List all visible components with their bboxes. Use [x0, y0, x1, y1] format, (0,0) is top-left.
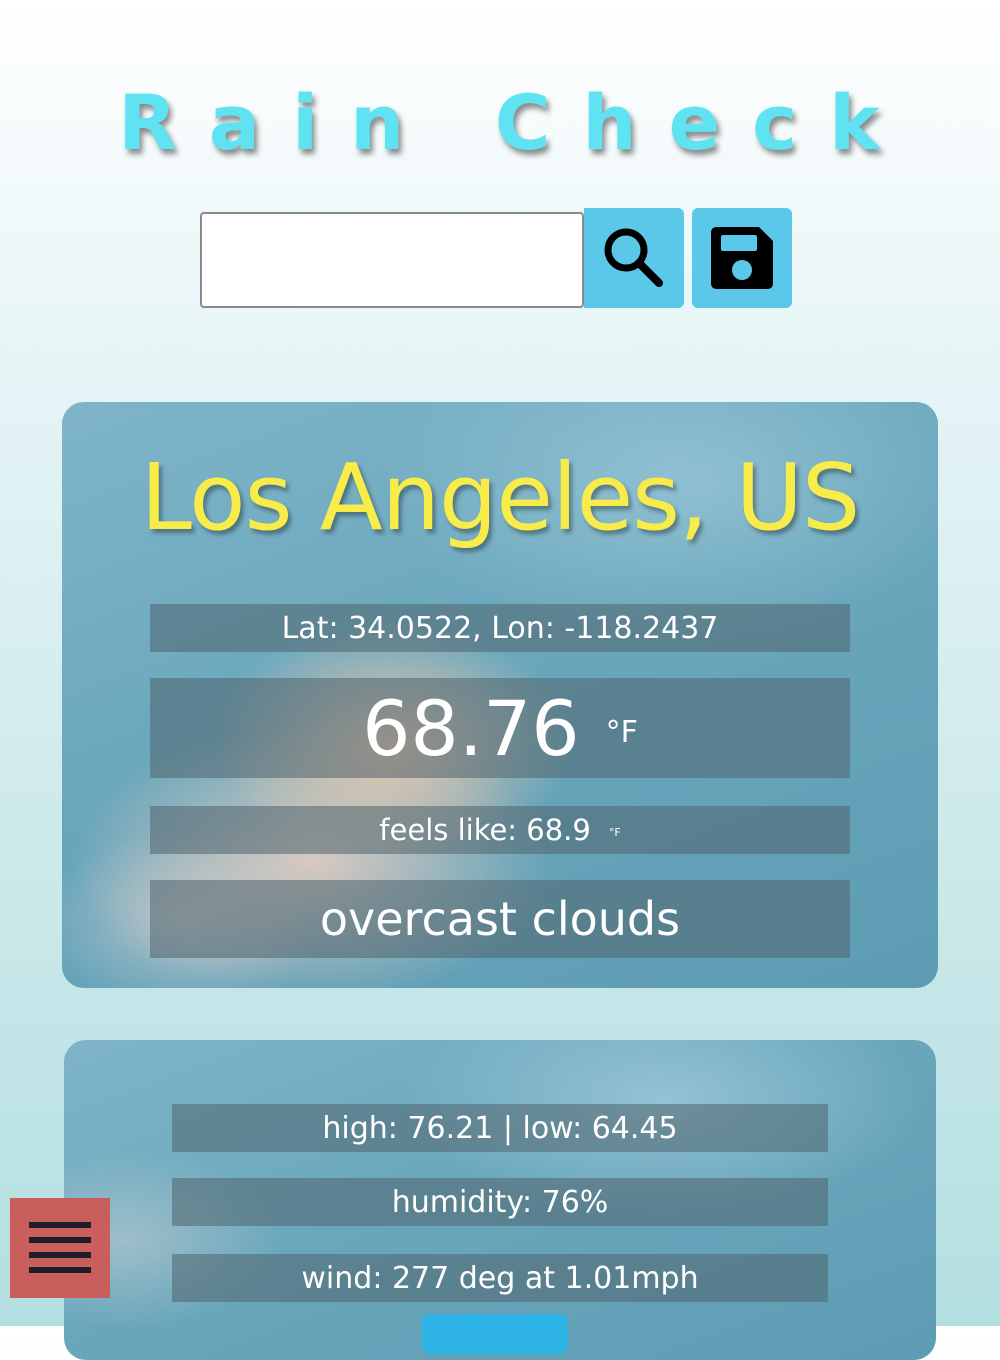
weather-details-card: high: 76.21 | low: 64.45 humidity: 76% w…: [64, 1040, 936, 1360]
coordinates-bar: Lat: 34.0522, Lon: -118.2437: [150, 604, 850, 652]
save-button[interactable]: [692, 208, 792, 308]
high-low-bar: high: 76.21 | low: 64.45: [172, 1104, 828, 1152]
search-icon: [604, 228, 663, 287]
humidity-text: humidity: 76%: [391, 1184, 609, 1220]
floppy-disk-icon: [711, 227, 773, 289]
hamburger-menu-icon: [29, 1222, 91, 1273]
feels-like-unit: °F: [608, 825, 621, 839]
high-low-text: high: 76.21 | low: 64.45: [322, 1110, 678, 1146]
weather-description-bar: overcast clouds: [150, 880, 850, 958]
wind-bar: wind: 277 deg at 1.01mph: [172, 1254, 828, 1302]
menu-button[interactable]: [10, 1198, 110, 1298]
temperature-value: 68.76: [362, 683, 580, 773]
search-button[interactable]: [584, 208, 684, 308]
weather-description: overcast clouds: [319, 892, 681, 946]
current-weather-card: Los Angeles, US Lat: 34.0522, Lon: -118.…: [62, 402, 938, 988]
city-search-input[interactable]: [200, 212, 584, 308]
forecast-button[interactable]: [422, 1314, 568, 1354]
temperature-unit: °F: [605, 714, 638, 750]
humidity-bar: humidity: 76%: [172, 1178, 828, 1226]
city-name: Los Angeles, US: [140, 444, 861, 551]
feels-like-bar: feels like: 68.9 °F: [150, 806, 850, 854]
wind-text: wind: 277 deg at 1.01mph: [301, 1260, 699, 1296]
coordinates-text: Lat: 34.0522, Lon: -118.2437: [281, 610, 719, 646]
app-title: Rain Check: [118, 78, 912, 167]
temperature-bar: 68.76 °F: [150, 678, 850, 778]
feels-like-text: feels like: 68.9: [379, 813, 591, 847]
